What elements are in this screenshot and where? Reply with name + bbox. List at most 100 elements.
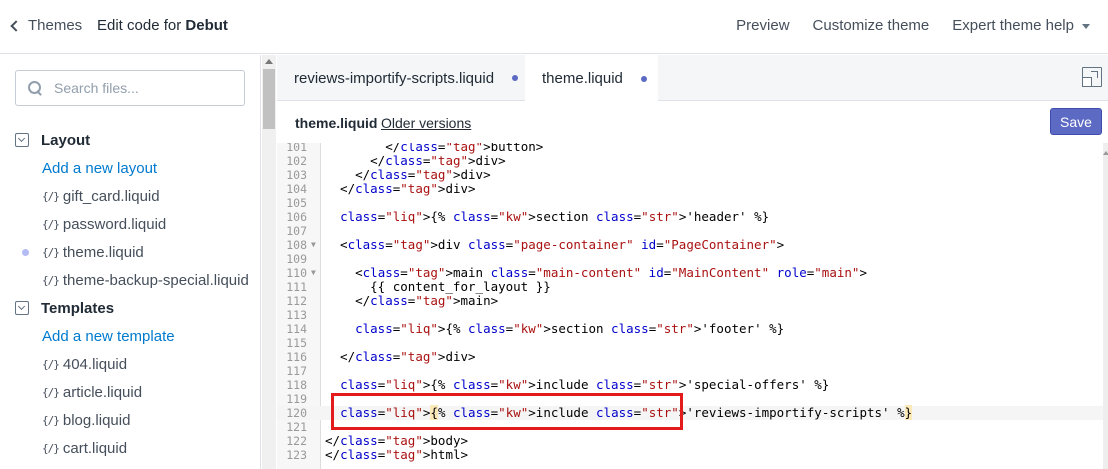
code-line[interactable]: 114 class="liq">{% class="kw">section cl…: [277, 321, 1103, 337]
file-password[interactable]: {/} password.liquid: [0, 210, 261, 238]
code-line[interactable]: 118 class="liq">{% class="kw">include cl…: [277, 377, 1103, 393]
line-number: 106: [286, 210, 307, 224]
line-number: 118: [286, 378, 307, 392]
line-number: 111: [286, 280, 307, 294]
modified-dot-icon: [22, 249, 29, 256]
code-text: {{ content_for_layout }}: [325, 279, 551, 294]
code-text: </class="tag">main>: [325, 293, 499, 308]
scroll-up-icon[interactable]: [1103, 151, 1108, 155]
code-line[interactable]: 110 ▼ <class="tag">main class="main-conte…: [277, 266, 1103, 281]
code-text: class="liq">{% class="kw">section class=…: [355, 321, 785, 336]
line-number: 110: [286, 266, 307, 280]
expert-theme-help-dropdown[interactable]: Expert theme help: [952, 17, 1090, 34]
tab-reviews-importify-scripts[interactable]: reviews-importify-scripts.liquid: [277, 55, 525, 101]
line-number: 122: [286, 434, 307, 448]
liquid-file-icon: {/}: [42, 441, 60, 455]
code-line[interactable]: 103 </class="tag">div>: [277, 167, 1103, 183]
code-text: class="liq">{% class="kw">section class=…: [340, 209, 770, 224]
file-article[interactable]: {/} article.liquid: [0, 378, 261, 406]
file-theme[interactable]: {/} theme.liquid: [0, 238, 261, 266]
highlight-annotation-box: [331, 393, 683, 430]
code-line[interactable]: 104 </class="tag">div>: [277, 182, 1103, 197]
line-number: 113: [286, 308, 307, 322]
line-number: 104: [286, 182, 307, 196]
back-to-themes-link[interactable]: Themes: [10, 17, 83, 34]
liquid-file-icon: {/}: [42, 357, 60, 371]
add-new-layout-link[interactable]: Add a new layout: [0, 154, 261, 182]
code-text: <class="tag">div class="page-container" …: [325, 237, 785, 252]
section-layout[interactable]: Layout: [0, 126, 261, 154]
save-button[interactable]: Save: [1050, 108, 1102, 135]
preview-link[interactable]: Preview: [736, 17, 789, 34]
folder-download-icon: [15, 133, 29, 147]
code-text: </class="tag">div>: [325, 167, 491, 182]
liquid-file-icon: {/}: [42, 245, 60, 259]
fold-arrow-icon[interactable]: ▼: [311, 238, 316, 252]
scrollbar-thumb[interactable]: [263, 69, 275, 129]
back-label: Themes: [28, 17, 83, 34]
code-line[interactable]: 108 ▼ <class="tag">div class="page-contai…: [277, 237, 1103, 253]
tab-theme-liquid[interactable]: theme.liquid: [525, 55, 658, 102]
line-number: 107: [286, 224, 307, 238]
search-icon: [28, 81, 42, 95]
editor-scrollbar[interactable]: [1103, 143, 1108, 469]
code-line[interactable]: 117: [277, 364, 1103, 378]
code-line[interactable]: 115: [277, 336, 1103, 350]
older-versions-link[interactable]: Older versions: [381, 115, 471, 131]
line-number: 105: [286, 196, 307, 210]
line-number: 121: [286, 420, 307, 434]
code-line[interactable]: 109: [277, 252, 1103, 266]
line-number: 114: [286, 322, 307, 336]
file-404[interactable]: {/} 404.liquid: [0, 350, 261, 378]
line-number: 108: [286, 238, 307, 252]
line-number: 102: [286, 154, 307, 168]
file-blog[interactable]: {/} blog.liquid: [0, 406, 261, 434]
code-text: </class="tag">div>: [325, 153, 506, 168]
top-actions: Preview Customize theme Expert theme hel…: [736, 17, 1090, 34]
customize-theme-link[interactable]: Customize theme: [813, 17, 930, 34]
code-line[interactable]: 111 {{ content_for_layout }}: [277, 279, 1103, 295]
code-text: </class="tag">html>: [325, 447, 469, 462]
line-number: 119: [286, 392, 307, 406]
liquid-file-icon: {/}: [42, 385, 60, 399]
file-sidebar: Layout Add a new layout {/}gift_card.liq…: [0, 55, 261, 469]
chevron-left-icon: [10, 20, 22, 32]
expand-editor-icon[interactable]: [1082, 67, 1102, 87]
code-line[interactable]: 106 class="liq">{% class="kw">section cl…: [277, 209, 1103, 225]
file-theme-backup-special[interactable]: {/} theme-backup-special.liquid: [0, 266, 261, 294]
code-line[interactable]: 122 </class="tag">body>: [277, 433, 1103, 449]
file-cart[interactable]: {/} cart.liquid: [0, 434, 261, 462]
code-text: </class="tag">body>: [325, 433, 469, 448]
line-number: 123: [286, 448, 307, 462]
code-line[interactable]: 113: [277, 308, 1103, 322]
scroll-up-icon[interactable]: [265, 59, 273, 64]
line-number: 103: [286, 168, 307, 182]
liquid-file-icon: {/}: [42, 189, 60, 203]
file-tree: Layout Add a new layout {/} gift_card.liq…: [0, 126, 261, 462]
search-files-input[interactable]: [54, 80, 224, 96]
theme-name: Debut: [185, 17, 228, 34]
code-line[interactable]: 112 </class="tag">main>: [277, 293, 1103, 309]
unsaved-dot-icon: [640, 75, 647, 82]
code-line[interactable]: 102 </class="tag">div>: [277, 153, 1103, 169]
file-gift-card[interactable]: {/} gift_card.liquid: [0, 182, 261, 210]
search-box[interactable]: [15, 70, 245, 106]
line-number: 120: [286, 406, 307, 420]
code-line[interactable]: 107: [277, 224, 1103, 238]
code-line[interactable]: 105: [277, 196, 1103, 210]
code-line[interactable]: 116 </class="tag">div>: [277, 350, 1103, 365]
liquid-file-icon: {/}: [42, 217, 60, 231]
code-text: class="liq">{% class="kw">include class=…: [340, 377, 830, 392]
liquid-file-icon: {/}: [42, 413, 60, 427]
code-line[interactable]: 123 </class="tag">html>: [277, 447, 1103, 463]
editor-tabs: reviews-importify-scripts.liquid theme.l…: [277, 55, 1108, 102]
top-bar: Themes Edit code for Debut Preview Custo…: [0, 0, 1108, 54]
line-number: 115: [286, 336, 307, 350]
sidebar-scrollbar[interactable]: [262, 55, 276, 469]
fold-arrow-icon[interactable]: ▼: [311, 266, 316, 280]
line-number: 101: [286, 143, 307, 154]
line-number: 112: [286, 294, 307, 308]
section-templates[interactable]: Templates: [0, 294, 261, 322]
line-number: 109: [286, 252, 307, 266]
add-new-template-link[interactable]: Add a new template: [0, 322, 261, 350]
